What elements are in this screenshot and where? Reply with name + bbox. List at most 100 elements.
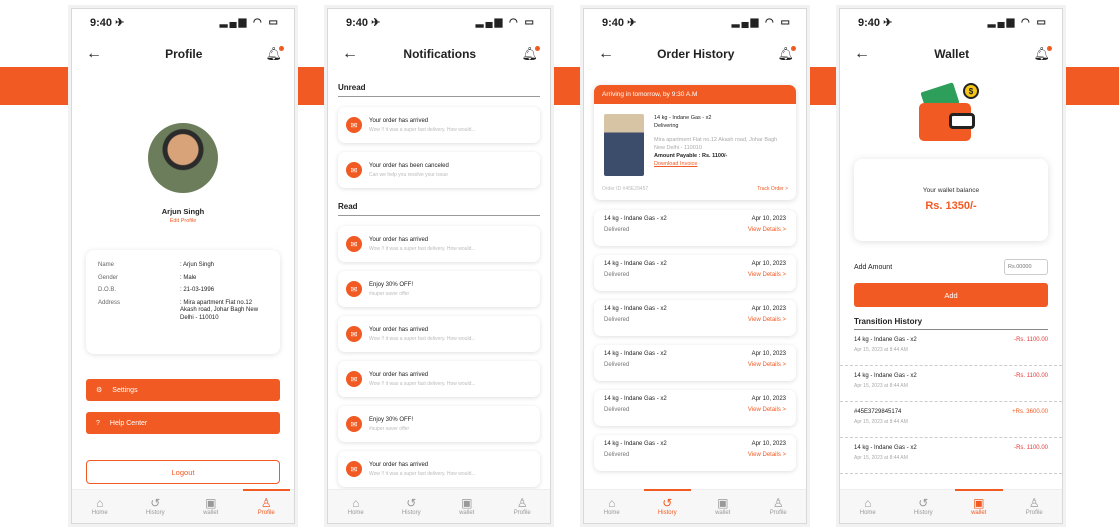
back-arrow-icon[interactable]: ← [598,45,614,63]
history-item-title: 14 kg - Indane Gas - x2 [604,216,667,222]
header: ← Profile 🔔︎ [72,35,294,73]
tab-wallet[interactable]: ▣ wallet [695,490,751,523]
history-item-status: Delivered [604,227,630,233]
history-item-date: Apr 10, 2023 [751,351,786,357]
history-item[interactable]: 14 kg - Indane Gas - x2 Delivered Apr 10,… [594,435,796,471]
tab-home[interactable]: ⌂ Home [584,490,640,523]
notification-title: Your order has arrived [369,236,429,243]
tab-wallet[interactable]: ▣ wallet [951,489,1007,523]
tab-history[interactable]: ↺ History [896,490,952,523]
view-details-link[interactable]: View Details > [748,362,786,368]
transaction-row[interactable]: #45E3729845174 Apr 15, 2023 at 8:44 AM +R… [840,402,1062,438]
notification-title: Your order has arrived [369,117,429,124]
avatar[interactable] [148,123,218,193]
notification-title: Your order has been canceled [369,162,449,169]
notification-item[interactable]: ✉ Your order has arrived Wow !! it was a … [338,361,540,397]
home-icon: ⌂ [96,496,104,510]
tab-profile[interactable]: ♙ Profile [239,489,295,523]
view-details-link[interactable]: View Details > [748,227,786,233]
back-arrow-icon[interactable]: ← [342,45,358,63]
view-details-link[interactable]: View Details > [748,452,786,458]
tab-home[interactable]: ⌂ Home [72,490,128,523]
settings-label: Settings [112,386,138,394]
tab-wallet[interactable]: ▣ wallet [183,490,239,523]
history-item-title: 14 kg - Indane Gas - x2 [604,396,667,402]
bell-icon[interactable]: 🔔︎ [521,46,540,62]
bell-icon[interactable]: 🔔︎ [265,46,284,62]
edit-profile-link[interactable]: Edit Profile [72,218,294,224]
help-center-button[interactable]: ? Help Center [86,412,280,434]
tab-history[interactable]: ↺ History [384,490,440,523]
track-order-link[interactable]: Track Order > [757,186,788,192]
notification-item[interactable]: ✉ Your order has been canceled Can we hel… [338,152,540,188]
tab-profile[interactable]: ♙ Profile [1007,490,1063,523]
status-bar: 9:40 ✈ ▂▄▆ ◠ ▭ [840,9,1062,35]
amount-input[interactable] [1004,259,1048,275]
history-item[interactable]: 14 kg - Indane Gas - x2 Delivered Apr 10,… [594,345,796,381]
transaction-date: Apr 15, 2023 at 8:44 AM [854,419,908,425]
history-item-date: Apr 10, 2023 [751,441,786,447]
history-item-status: Delivered [604,362,630,368]
transaction-date: Apr 15, 2023 at 8:44 AM [854,455,908,461]
download-invoice-link[interactable]: Download Invoice [654,160,786,168]
amount-payable: Amount Payable : Rs. 1100/- [654,153,728,159]
history-item-title: 14 kg - Indane Gas - x2 [604,351,667,357]
bell-icon[interactable]: 🔔︎ [1033,46,1052,62]
current-order-card[interactable]: Arriving in tomorrow, by 9:30 A.M 14 kg … [594,85,796,200]
view-details-link[interactable]: View Details > [748,317,786,323]
tab-history[interactable]: ↺ History [128,490,184,523]
tab-profile[interactable]: ♙ Profile [751,490,807,523]
tab-label: Home [91,510,108,516]
driver-photo [604,114,644,176]
tab-label: History [145,510,165,516]
history-item-status: Delivered [604,407,630,413]
notification-item[interactable]: ✉ Your order has arrived Wow !! it was a … [338,107,540,143]
history-item[interactable]: 14 kg - Indane Gas - x2 Delivered Apr 10,… [594,255,796,291]
logout-button[interactable]: Logout [86,460,280,484]
transaction-date: Apr 15, 2023 at 8:44 AM [854,383,908,389]
view-details-link[interactable]: View Details > [748,272,786,278]
transaction-row[interactable]: 14 kg - Indane Gas - x2 Apr 15, 2023 at 8… [840,330,1062,366]
profile-info-card: Name: Arjun Singh Gender: Male D.O.B.: 2… [86,250,280,354]
back-arrow-icon[interactable]: ← [854,45,870,63]
add-button[interactable]: Add [854,283,1048,307]
transaction-row[interactable]: 14 kg - Indane Gas - x2 Apr 15, 2023 at 8… [840,438,1062,474]
tab-label: Home [603,510,620,516]
order-id: Order ID #45E29457 [602,186,649,192]
history-item-date: Apr 10, 2023 [751,261,786,267]
history-item[interactable]: 14 kg - Indane Gas - x2 Delivered Apr 10,… [594,300,796,336]
notification-item[interactable]: ✉ Your order has arrived Wow !! it was a … [338,226,540,262]
history-item[interactable]: 14 kg - Indane Gas - x2 Delivered Apr 10,… [594,210,796,246]
status-bar: 9:40 ✈ ▂▄▆ ◠ ▭ [328,9,550,35]
notification-item[interactable]: ✉ Enjoy 30% OFF! #super saver offer [338,406,540,442]
arrival-banner: Arriving in tomorrow, by 9:30 A.M [594,85,796,104]
tab-history[interactable]: ↺ History [640,489,696,523]
bell-icon[interactable]: 🔔︎ [777,46,796,62]
home-icon: ⌂ [864,496,872,510]
history-item[interactable]: 14 kg - Indane Gas - x2 Delivered Apr 10,… [594,390,796,426]
tab-profile[interactable]: ♙ Profile [495,490,551,523]
tab-home[interactable]: ⌂ Home [840,490,896,523]
notification-subtitle: Wow !! it was a super fast delivery. How… [369,126,476,133]
info-row-address: Address: Mira apartment Flat no.12 Akash… [98,300,268,323]
status-bar: 9:40 ✈ ▂▄▆ ◠ ▭ [584,9,806,35]
transaction-title: 14 kg - Indane Gas - x2 [854,373,917,379]
notification-item[interactable]: ✉ Your order has arrived Wow !! it was a … [338,451,540,487]
notification-item[interactable]: ✉ Enjoy 30% OFF! #super saver offer [338,271,540,307]
page-title: Notifications [403,47,477,61]
transaction-amount: -Rs. 1100.00 [1014,445,1048,451]
tab-home[interactable]: ⌂ Home [328,490,384,523]
tab-wallet[interactable]: ▣ wallet [439,490,495,523]
status-icons: ▂▄▆ ◠ ▭ [731,16,792,28]
back-arrow-icon[interactable]: ← [86,45,102,63]
header: ← Wallet 🔔︎ [840,35,1062,73]
transaction-row[interactable]: 14 kg - Indane Gas - x2 Apr 15, 2023 at 8… [840,366,1062,402]
settings-button[interactable]: ⚙ Settings [86,379,280,401]
tab-label: Home [859,510,876,516]
status-time: 9:40 ✈ [346,16,381,29]
gear-icon: ⚙ [96,387,103,394]
status-icons: ▂▄▆ ◠ ▭ [987,16,1048,28]
notification-item[interactable]: ✉ Your order has arrived Wow !! it was a … [338,316,540,352]
transaction-amount: -Rs. 1100.00 [1014,337,1048,343]
view-details-link[interactable]: View Details > [748,407,786,413]
